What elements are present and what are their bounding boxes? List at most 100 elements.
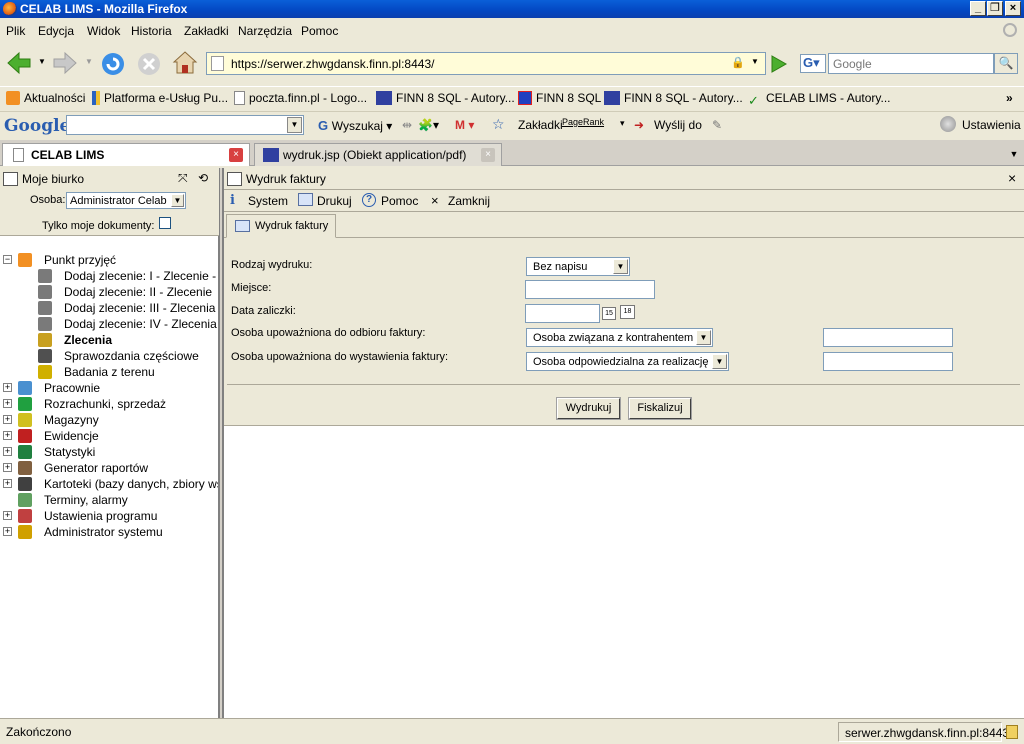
place-input[interactable] [525,280,655,299]
tree-item[interactable]: Dodaj zlecenie: II - Zlecenie [0,284,218,300]
menu-help[interactable]: Pomoc [301,24,338,38]
tree-item[interactable]: + Generator raportów [0,460,218,476]
pagerank-dropdown-icon[interactable]: ▾ [620,118,625,129]
pen-icon[interactable]: ✎ [712,118,722,132]
maximize-button[interactable]: ❐ [987,1,1003,16]
tree-item[interactable]: Badania z terenu [0,364,218,380]
minimize-button[interactable]: _ [970,1,986,16]
print-invoice-button[interactable]: Wydrukuj [556,397,621,420]
tree-item[interactable]: Terminy, alarmy [0,492,218,508]
expand-icon[interactable]: + [3,479,12,488]
star-icon[interactable]: ☆ [492,116,505,133]
calendar-icon[interactable]: 18 [620,305,635,319]
tree-item[interactable]: + Magazyny [0,412,218,428]
forward-icon[interactable] [52,51,78,75]
tree-item[interactable]: Dodaj zlecenie: IV - Zlecenia [0,316,218,332]
issuer-input[interactable] [823,352,953,371]
bookmark-finn-2[interactable]: FINN 8 SQL [518,91,601,105]
puzzle-icon[interactable]: 🧩▾ [418,118,439,132]
close-tab-icon[interactable]: × [481,148,495,162]
collapse-icon[interactable]: − [3,255,12,264]
send-to-button[interactable]: Wyślij do [654,118,702,132]
expand-icon[interactable]: + [3,383,12,392]
bookmark-platforma[interactable]: Platforma e-Usług Pu... [92,91,228,105]
print-button[interactable]: Drukuj [317,194,352,208]
tree-item[interactable]: Zlecenia [0,332,218,348]
bookmarks-overflow-icon[interactable]: » [1006,91,1013,105]
forward-history-dropdown-icon[interactable]: ▼ [85,57,93,66]
tree-item-label: Pracownie [44,381,101,395]
back-history-dropdown-icon[interactable]: ▼ [38,57,46,66]
tree-item[interactable]: + Administrator systemu [0,524,218,540]
go-icon[interactable] [768,54,788,74]
close-panel-icon[interactable]: × [1008,170,1016,186]
bookmark-celab[interactable]: ✓ CELAB LIMS - Autory... [748,91,891,108]
menu-edit[interactable]: Edycja [38,24,74,38]
menu-file[interactable]: Plik [6,24,25,38]
search-input[interactable]: Google [828,53,994,74]
close-button[interactable]: Zamknij [448,194,490,208]
tab-celab-lims[interactable]: CELAB LIMS × [2,143,250,166]
bookmark-poczta[interactable]: poczta.finn.pl - Logo... [234,91,367,105]
tree-item[interactable]: + Rozrachunki, sprzedaż [0,396,218,412]
help-button[interactable]: Pomoc [381,194,418,208]
menu-tools[interactable]: Narzędzia [238,24,292,38]
expand-icon[interactable]: + [3,463,12,472]
close-tab-icon[interactable]: × [229,148,243,162]
google-bookmarks-button[interactable]: Zakładki [518,118,563,132]
back-icon[interactable] [6,51,32,75]
issuer-select[interactable]: Osoba odpowiedzialna za realizację ▼ [526,352,729,371]
lock-icon[interactable]: 🔒 [731,56,745,69]
print-type-select[interactable]: Bez napisu ▼ [526,257,630,276]
receiver-select[interactable]: Osoba związana z kontrahentem ▼ [526,328,713,347]
bookmark-finn-3[interactable]: FINN 8 SQL - Autory... [604,91,743,105]
tree-item[interactable]: + Ustawienia programu [0,508,218,524]
chevron-down-icon[interactable]: ▼ [287,117,302,133]
receiver-input[interactable] [823,328,953,347]
system-button[interactable]: System [248,194,288,208]
expand-tree-icon[interactable]: ⤧ [178,171,188,186]
lock-icon[interactable] [1006,725,1018,739]
clock-icon[interactable]: 15 [602,307,616,320]
tree-item[interactable]: − Punkt przyjęć [0,252,218,268]
only-mine-checkbox[interactable] [159,217,171,229]
bookmark-finn-1[interactable]: FINN 8 SQL - Autory... [376,91,515,105]
google-settings-button[interactable]: Ustawienia [962,118,1021,132]
tree-item[interactable]: Dodaj zlecenie: III - Zlecenia [0,300,218,316]
expand-icon[interactable]: + [3,447,12,456]
bookmark-aktualnosci[interactable]: Aktualności [6,91,85,105]
menu-bookmarks[interactable]: Zakładki [184,24,229,38]
tree-item[interactable]: + Ewidencje [0,428,218,444]
home-icon[interactable] [172,50,198,76]
expand-icon[interactable]: + [3,431,12,440]
menu-view[interactable]: Widok [87,24,120,38]
tree-item[interactable]: Dodaj zlecenie: I - Zlecenie - [0,268,218,284]
stop-icon[interactable] [136,51,162,77]
person-select[interactable]: Administrator Celab ▼ [66,192,186,209]
tree-item[interactable]: + Statystyki [0,444,218,460]
tab-list-icon[interactable]: ▼ [1006,146,1022,162]
google-search-button[interactable]: G Wyszukaj ▾ [318,118,392,133]
tree-item[interactable]: + Kartoteki (bazy danych, zbiory ws [0,476,218,492]
url-dropdown-icon[interactable]: ▼ [751,57,759,66]
gmail-icon[interactable]: M ▾ [455,118,474,132]
advance-date-input[interactable] [525,304,600,323]
pagerank-label[interactable]: PageRank [562,117,604,127]
google-search-input[interactable]: ▼ [66,115,304,135]
tree-item[interactable]: + Pracownie [0,380,218,396]
search-icon[interactable]: 🔍 [994,53,1018,74]
tab-invoice-print[interactable]: Wydruk faktury [226,214,336,238]
url-bar[interactable]: https://serwer.zhwgdansk.finn.pl:8443/ 🔒… [206,52,766,75]
tree-item[interactable]: Sprawozdania częściowe [0,348,218,364]
reload-icon[interactable] [100,51,126,77]
menu-history[interactable]: Historia [131,24,172,38]
search-engine-icon[interactable]: G▾ [800,54,826,73]
expand-icon[interactable]: + [3,399,12,408]
close-window-button[interactable]: × [1005,1,1021,16]
expand-icon[interactable]: + [3,415,12,424]
expand-icon[interactable]: + [3,527,12,536]
tab-wydruk[interactable]: wydruk.jsp (Obiekt application/pdf) × [254,143,502,166]
refresh-icon[interactable]: ⟲ [198,171,208,185]
expand-icon[interactable]: + [3,511,12,520]
fiscalize-button[interactable]: Fiskalizuj [628,397,692,420]
